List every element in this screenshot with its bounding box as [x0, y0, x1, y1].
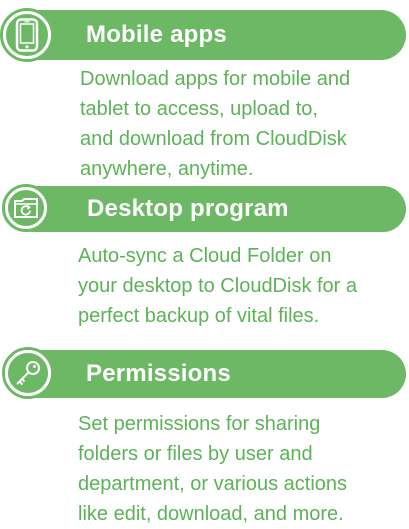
feature-banner: Mobile apps: [10, 10, 406, 60]
description-line: Auto-sync a Cloud Folder on: [78, 245, 332, 267]
feature-title: Mobile apps: [86, 21, 227, 48]
description-line: tablet to access, upload to,: [80, 98, 318, 120]
description-line: anywhere, anytime.: [80, 158, 254, 180]
description-line: and download from CloudDisk: [80, 128, 347, 150]
description-line: like edit, download, and more.: [78, 503, 344, 525]
feature-banner: Permissions: [10, 350, 406, 398]
desktop-sync-folder-icon: [2, 184, 50, 232]
feature-description: Auto-sync a Cloud Folder on your desktop…: [78, 241, 403, 331]
description-line: folders or files by user and: [78, 443, 313, 465]
description-line: department, or various actions: [78, 473, 348, 495]
feature-description: Download apps for mobile and tablet to a…: [80, 64, 403, 184]
description-line: perfect backup of vital files.: [78, 305, 320, 327]
description-line: Download apps for mobile and: [80, 68, 351, 90]
description-line: your desktop to CloudDisk for a: [78, 275, 358, 297]
mobile-phone-icon: [0, 8, 54, 62]
key-icon: [2, 347, 54, 399]
feature-description: Set permissions for sharing folders or f…: [78, 409, 403, 529]
feature-banner: Desktop program: [10, 186, 406, 232]
feature-title: Desktop program: [87, 195, 289, 222]
description-line: Set permissions for sharing: [78, 413, 321, 435]
feature-title: Permissions: [86, 360, 231, 387]
